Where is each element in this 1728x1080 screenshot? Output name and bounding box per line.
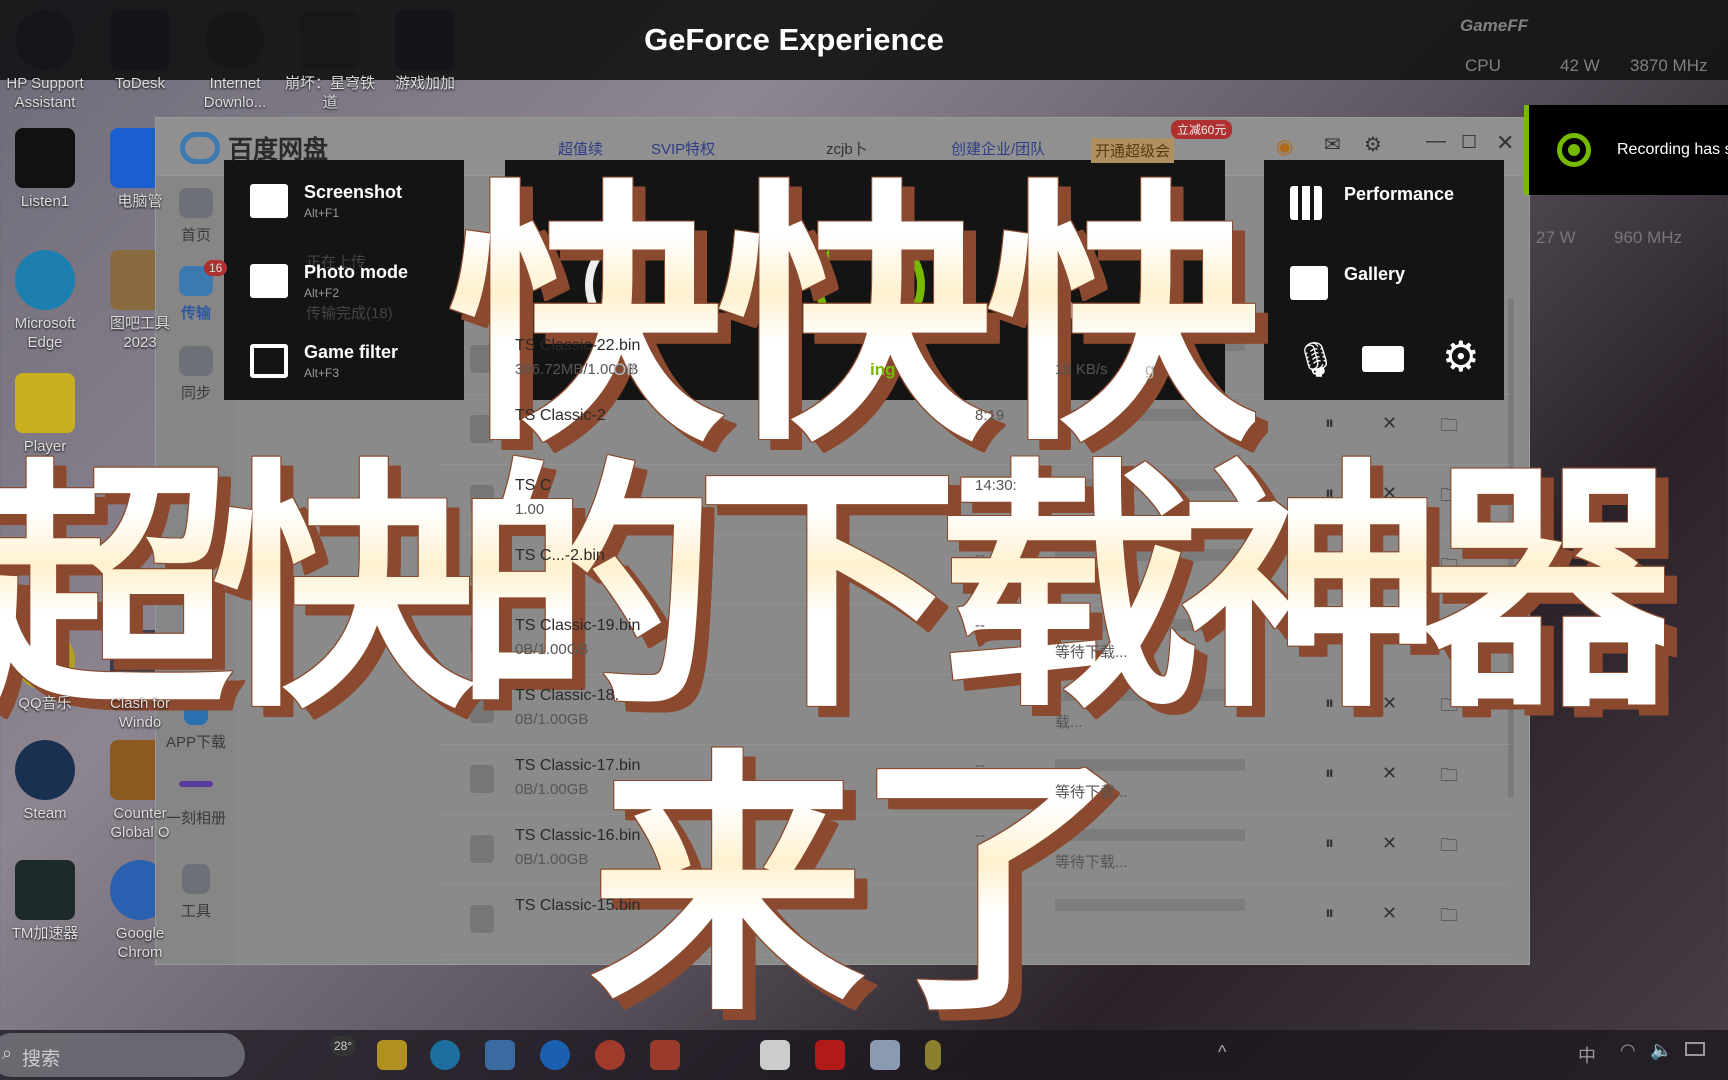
- file-name: TS Classic-16.bin: [515, 827, 641, 844]
- file-size: 0B/1.00GB: [515, 711, 589, 728]
- gfe-capture-menu: Screenshot Alt+F1 Photo mode Alt+F2 Game f…: [224, 160, 464, 400]
- file-name: TS Classic-18.: [515, 687, 620, 704]
- pause-button[interactable]: ⏸: [1325, 833, 1334, 854]
- file-icon: [470, 835, 494, 863]
- image-icon: [250, 184, 288, 218]
- weather-widget[interactable]: 28°: [330, 1036, 357, 1056]
- microphone-icon[interactable]: 🎙: [1294, 340, 1337, 380]
- remaining-time: 8:19: [975, 407, 1005, 424]
- store-icon[interactable]: [485, 1040, 515, 1070]
- file-name: TS Classic-17.bin: [515, 757, 641, 774]
- file-name: TS Classic-2: [515, 407, 606, 424]
- wifi-icon[interactable]: ◠: [1620, 1040, 1636, 1061]
- cancel-button[interactable]: ✕: [1382, 903, 1397, 924]
- pause-button[interactable]: ⏸: [1325, 903, 1334, 924]
- download-status: 等待下载...: [1055, 644, 1128, 661]
- battery-icon[interactable]: [1685, 1042, 1705, 1056]
- sidebar-item-album[interactable]: 一刻相册: [156, 781, 236, 828]
- link-svip[interactable]: SVIP特权: [651, 138, 715, 159]
- cancel-button[interactable]: ✕: [1382, 833, 1397, 854]
- remaining-time: 14:30:: [975, 477, 1017, 494]
- file-icon: [470, 765, 494, 793]
- sync-icon: [179, 346, 213, 376]
- pause-button[interactable]: ⏸: [1325, 763, 1334, 784]
- file-size: 0B/1.00GB: [515, 781, 589, 798]
- link-super-member[interactable]: 开通超级会: [1091, 138, 1175, 163]
- file-name: TS Classic-19.bin: [515, 617, 641, 634]
- recording-icon: [1557, 133, 1591, 167]
- app-name: 百度网盘: [228, 136, 329, 164]
- file-name: TS C...-2.bin: [515, 547, 605, 564]
- download-status: 18 KB/s: [1055, 361, 1108, 378]
- file-name: TS Classic-15.bin: [515, 897, 641, 914]
- file-icon: [470, 905, 494, 933]
- file-name: TS C: [515, 477, 552, 494]
- edge-icon[interactable]: [430, 1040, 460, 1070]
- camera-icon: [250, 264, 288, 298]
- bar-chart-icon: [1290, 186, 1322, 220]
- desktop-icon-listen1[interactable]: Listen1: [0, 128, 90, 211]
- remaining-time: --: [975, 617, 985, 634]
- open-folder-button[interactable]: 🗀: [1440, 763, 1458, 793]
- volume-icon[interactable]: 🔈: [1650, 1040, 1672, 1061]
- file-explorer-icon[interactable]: [377, 1040, 407, 1070]
- download-status: 等待下载...: [1055, 784, 1128, 801]
- desktop-icon-edge[interactable]: Microsoft Edge: [0, 250, 90, 352]
- file-size: 1.00: [515, 501, 545, 518]
- remaining-time: --: [975, 547, 985, 564]
- gfe-title: GeForce Experience: [644, 22, 944, 57]
- link-enterprise[interactable]: 创建企业/团队: [951, 138, 1045, 159]
- tab-completed[interactable]: 传输完成(18): [306, 302, 393, 323]
- ime-indicator[interactable]: 中: [1578, 1042, 1596, 1068]
- file-size: 0B/1.00GB: [515, 641, 589, 658]
- user-name[interactable]: zcjb卜: [826, 138, 868, 159]
- download-status: 等待下载...: [1055, 854, 1128, 871]
- gfe-right-menu: Performance Gallery 🎙 ⚙: [1264, 160, 1504, 400]
- game-icon[interactable]: ◉: [1276, 134, 1293, 159]
- baidu-logo-icon: [180, 132, 220, 164]
- close-button[interactable]: ✕: [1496, 130, 1514, 156]
- recording-toast: Recording has s: [1524, 105, 1728, 195]
- search-box[interactable]: ⌕ 搜索: [0, 1033, 245, 1077]
- mail-icon[interactable]: ✉: [1324, 132, 1341, 157]
- tools-grid-icon: [182, 864, 210, 894]
- camera-off-icon[interactable]: [1362, 346, 1404, 372]
- overlay-line-3: 来了: [590, 665, 1130, 1063]
- remaining-time: --: [975, 757, 985, 774]
- cancel-button[interactable]: ✕: [1382, 763, 1397, 784]
- album-icon: [179, 781, 213, 787]
- filter-brush-icon: [250, 344, 288, 378]
- gallery-icon: [1290, 266, 1328, 300]
- app-icon[interactable]: [540, 1040, 570, 1070]
- maximize-button[interactable]: ☐: [1461, 132, 1477, 153]
- sidebar-item-tools[interactable]: 工具: [156, 864, 236, 921]
- file-name: TS Classic-22.bin: [515, 337, 641, 354]
- tray-chevron-up-icon[interactable]: ^: [1218, 1042, 1226, 1063]
- open-folder-button[interactable]: 🗀: [1440, 903, 1458, 933]
- remaining-time: --: [975, 827, 985, 844]
- settings-icon[interactable]: ⚙: [1364, 132, 1382, 157]
- desktop-icon-tm[interactable]: TM加速器: [0, 860, 90, 943]
- file-size: 0B/1.00GB: [515, 851, 589, 868]
- settings-gear-icon[interactable]: ⚙: [1442, 336, 1480, 378]
- link-renew[interactable]: 超值续: [558, 138, 603, 159]
- promo-badge: 立减60元: [1171, 120, 1233, 139]
- search-icon: ⌕: [2, 1043, 13, 1063]
- cloud-icon: [179, 188, 213, 218]
- open-folder-button[interactable]: 🗀: [1440, 833, 1458, 863]
- minimize-button[interactable]: —: [1426, 130, 1446, 153]
- download-status: 载...: [1055, 714, 1083, 731]
